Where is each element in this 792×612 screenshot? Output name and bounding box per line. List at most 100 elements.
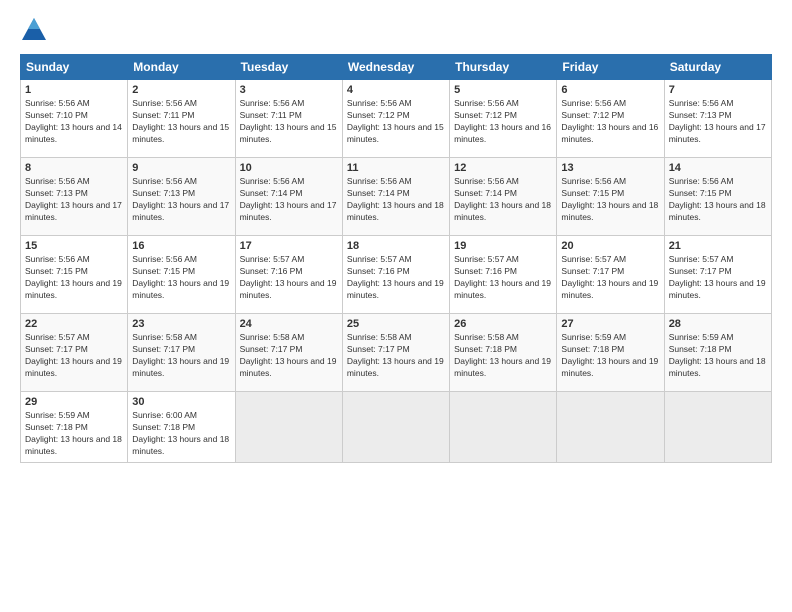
calendar-day-6: 6 Sunrise: 5:56 AMSunset: 7:12 PMDaylight… bbox=[557, 80, 664, 158]
logo bbox=[20, 16, 52, 44]
day-info: Sunrise: 5:56 AMSunset: 7:14 PMDaylight:… bbox=[240, 176, 338, 224]
day-number: 28 bbox=[669, 318, 767, 330]
calendar-day-24: 24 Sunrise: 5:58 AMSunset: 7:17 PMDayligh… bbox=[235, 314, 342, 392]
calendar-day-17: 17 Sunrise: 5:57 AMSunset: 7:16 PMDayligh… bbox=[235, 236, 342, 314]
day-info: Sunrise: 5:56 AMSunset: 7:15 PMDaylight:… bbox=[132, 254, 230, 302]
calendar-day-16: 16Sunrise: 5:56 AMSunset: 7:15 PMDayligh… bbox=[128, 236, 235, 314]
day-number: 21 bbox=[669, 240, 767, 252]
calendar-day-22: 22 Sunrise: 5:57 AMSunset: 7:17 PMDayligh… bbox=[21, 314, 128, 392]
calendar: SundayMondayTuesdayWednesdayThursdayFrid… bbox=[20, 54, 772, 463]
day-info: Sunrise: 5:57 AMSunset: 7:17 PMDaylight:… bbox=[561, 254, 659, 302]
day-number: 18 bbox=[347, 240, 445, 252]
day-info: Sunrise: 5:56 AMSunset: 7:15 PMDaylight:… bbox=[25, 254, 123, 302]
day-info: Sunrise: 5:57 AMSunset: 7:16 PMDaylight:… bbox=[347, 254, 445, 302]
day-number: 9 bbox=[132, 162, 230, 174]
calendar-day-5: 5Sunrise: 5:56 AMSunset: 7:12 PMDaylight… bbox=[450, 80, 557, 158]
day-info: Sunrise: 5:58 AMSunset: 7:17 PMDaylight:… bbox=[132, 332, 230, 380]
calendar-day-1: 1Sunrise: 5:56 AMSunset: 7:10 PMDaylight… bbox=[21, 80, 128, 158]
empty-cell bbox=[557, 392, 664, 463]
day-info: Sunrise: 6:00 AMSunset: 7:18 PMDaylight:… bbox=[132, 410, 230, 458]
calendar-header-thursday: Thursday bbox=[450, 55, 557, 80]
day-number: 25 bbox=[347, 318, 445, 330]
day-number: 10 bbox=[240, 162, 338, 174]
calendar-header-row: SundayMondayTuesdayWednesdayThursdayFrid… bbox=[21, 55, 772, 80]
day-number: 26 bbox=[454, 318, 552, 330]
day-number: 6 bbox=[561, 84, 659, 96]
day-info: Sunrise: 5:59 AMSunset: 7:18 PMDaylight:… bbox=[669, 332, 767, 380]
day-info: Sunrise: 5:59 AMSunset: 7:18 PMDaylight:… bbox=[25, 410, 123, 458]
calendar-header-friday: Friday bbox=[557, 55, 664, 80]
calendar-day-23: 23Sunrise: 5:58 AMSunset: 7:17 PMDayligh… bbox=[128, 314, 235, 392]
calendar-day-11: 11 Sunrise: 5:56 AMSunset: 7:14 PMDayligh… bbox=[342, 158, 449, 236]
day-number: 30 bbox=[132, 396, 230, 408]
day-info: Sunrise: 5:56 AMSunset: 7:13 PMDaylight:… bbox=[669, 98, 767, 146]
calendar-header-tuesday: Tuesday bbox=[235, 55, 342, 80]
calendar-header-wednesday: Wednesday bbox=[342, 55, 449, 80]
day-number: 12 bbox=[454, 162, 552, 174]
calendar-day-8: 8Sunrise: 5:56 AMSunset: 7:13 PMDaylight… bbox=[21, 158, 128, 236]
day-info: Sunrise: 5:58 AMSunset: 7:17 PMDaylight:… bbox=[347, 332, 445, 380]
page: SundayMondayTuesdayWednesdayThursdayFrid… bbox=[0, 0, 792, 612]
day-info: Sunrise: 5:57 AMSunset: 7:16 PMDaylight:… bbox=[454, 254, 552, 302]
day-number: 24 bbox=[240, 318, 338, 330]
calendar-day-19: 19 Sunrise: 5:57 AMSunset: 7:16 PMDayligh… bbox=[450, 236, 557, 314]
calendar-day-25: 25 Sunrise: 5:58 AMSunset: 7:17 PMDayligh… bbox=[342, 314, 449, 392]
calendar-day-21: 21 Sunrise: 5:57 AMSunset: 7:17 PMDayligh… bbox=[664, 236, 771, 314]
calendar-week-1: 1Sunrise: 5:56 AMSunset: 7:10 PMDaylight… bbox=[21, 80, 772, 158]
calendar-header-saturday: Saturday bbox=[664, 55, 771, 80]
calendar-day-13: 13 Sunrise: 5:56 AMSunset: 7:15 PMDayligh… bbox=[557, 158, 664, 236]
day-number: 5 bbox=[454, 84, 552, 96]
day-number: 11 bbox=[347, 162, 445, 174]
calendar-day-7: 7 Sunrise: 5:56 AMSunset: 7:13 PMDaylight… bbox=[664, 80, 771, 158]
calendar-day-20: 20 Sunrise: 5:57 AMSunset: 7:17 PMDayligh… bbox=[557, 236, 664, 314]
calendar-day-15: 15 Sunrise: 5:56 AMSunset: 7:15 PMDayligh… bbox=[21, 236, 128, 314]
day-info: Sunrise: 5:56 AMSunset: 7:15 PMDaylight:… bbox=[561, 176, 659, 224]
day-number: 2 bbox=[132, 84, 230, 96]
day-number: 22 bbox=[25, 318, 123, 330]
day-info: Sunrise: 5:57 AMSunset: 7:16 PMDaylight:… bbox=[240, 254, 338, 302]
calendar-header-monday: Monday bbox=[128, 55, 235, 80]
day-number: 8 bbox=[25, 162, 123, 174]
day-number: 27 bbox=[561, 318, 659, 330]
empty-cell bbox=[450, 392, 557, 463]
day-info: Sunrise: 5:56 AMSunset: 7:13 PMDaylight:… bbox=[132, 176, 230, 224]
calendar-week-4: 22 Sunrise: 5:57 AMSunset: 7:17 PMDayligh… bbox=[21, 314, 772, 392]
calendar-day-30: 30 Sunrise: 6:00 AMSunset: 7:18 PMDayligh… bbox=[128, 392, 235, 463]
day-info: Sunrise: 5:58 AMSunset: 7:18 PMDaylight:… bbox=[454, 332, 552, 380]
day-number: 4 bbox=[347, 84, 445, 96]
day-info: Sunrise: 5:56 AMSunset: 7:12 PMDaylight:… bbox=[347, 98, 445, 146]
header bbox=[20, 16, 772, 44]
logo-icon bbox=[20, 16, 48, 44]
day-info: Sunrise: 5:56 AMSunset: 7:12 PMDaylight:… bbox=[561, 98, 659, 146]
day-info: Sunrise: 5:57 AMSunset: 7:17 PMDaylight:… bbox=[25, 332, 123, 380]
day-number: 1 bbox=[25, 84, 123, 96]
calendar-day-4: 4 Sunrise: 5:56 AMSunset: 7:12 PMDaylight… bbox=[342, 80, 449, 158]
day-number: 17 bbox=[240, 240, 338, 252]
empty-cell bbox=[342, 392, 449, 463]
day-number: 13 bbox=[561, 162, 659, 174]
day-number: 15 bbox=[25, 240, 123, 252]
day-number: 7 bbox=[669, 84, 767, 96]
day-info: Sunrise: 5:57 AMSunset: 7:17 PMDaylight:… bbox=[669, 254, 767, 302]
day-number: 29 bbox=[25, 396, 123, 408]
calendar-day-27: 27 Sunrise: 5:59 AMSunset: 7:18 PMDayligh… bbox=[557, 314, 664, 392]
calendar-day-12: 12 Sunrise: 5:56 AMSunset: 7:14 PMDayligh… bbox=[450, 158, 557, 236]
day-info: Sunrise: 5:58 AMSunset: 7:17 PMDaylight:… bbox=[240, 332, 338, 380]
calendar-day-10: 10 Sunrise: 5:56 AMSunset: 7:14 PMDayligh… bbox=[235, 158, 342, 236]
empty-cell bbox=[235, 392, 342, 463]
day-number: 14 bbox=[669, 162, 767, 174]
day-info: Sunrise: 5:59 AMSunset: 7:18 PMDaylight:… bbox=[561, 332, 659, 380]
calendar-day-14: 14Sunrise: 5:56 AMSunset: 7:15 PMDayligh… bbox=[664, 158, 771, 236]
calendar-week-2: 8 Sunrise: 5:56 AMSunset: 7:13 PMDaylight… bbox=[21, 158, 772, 236]
day-number: 3 bbox=[240, 84, 338, 96]
day-number: 20 bbox=[561, 240, 659, 252]
calendar-week-5: 29 Sunrise: 5:59 AMSunset: 7:18 PMDayligh… bbox=[21, 392, 772, 463]
day-info: Sunrise: 5:56 AMSunset: 7:14 PMDaylight:… bbox=[347, 176, 445, 224]
empty-cell bbox=[664, 392, 771, 463]
day-info: Sunrise: 5:56 AMSunset: 7:14 PMDaylight:… bbox=[454, 176, 552, 224]
day-info: Sunrise: 5:56 AMSunset: 7:11 PMDaylight:… bbox=[132, 98, 230, 146]
calendar-day-29: 29 Sunrise: 5:59 AMSunset: 7:18 PMDayligh… bbox=[21, 392, 128, 463]
day-info: Sunrise: 5:56 AMSunset: 7:11 PMDaylight:… bbox=[240, 98, 338, 146]
day-number: 19 bbox=[454, 240, 552, 252]
calendar-day-28: 28 Sunrise: 5:59 AMSunset: 7:18 PMDayligh… bbox=[664, 314, 771, 392]
